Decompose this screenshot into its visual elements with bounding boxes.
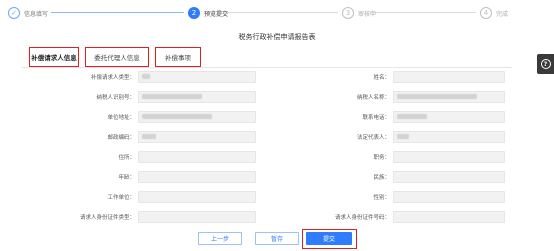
- form-row: 年龄： 民族：: [0, 170, 554, 184]
- phone-field[interactable]: [393, 111, 505, 123]
- field-label: 请求人身份证件类型：: [79, 215, 135, 221]
- form-tabs: 补偿请求人信息 委托代理人信息 补偿事项: [29, 47, 207, 67]
- id-number-field[interactable]: [393, 211, 505, 223]
- progress-stepper: ✓ 信息填写 2 预览提交 3 审核中 4 完成: [0, 0, 554, 28]
- form-row: 纳税人识别号： 纳税人名称：: [0, 90, 554, 104]
- postal-code-field[interactable]: [138, 131, 256, 143]
- form-row: 请求人身份证件类型： 请求人身份证件号码：: [0, 210, 554, 224]
- taxpayer-id-field[interactable]: [138, 91, 256, 103]
- field-label: 补偿请求人类型：: [90, 75, 135, 81]
- field-label: 纳税人识别号：: [96, 95, 135, 101]
- field-label: 工作单位：: [107, 195, 135, 201]
- field-label: 职务：: [373, 155, 390, 161]
- step-connector: [226, 12, 338, 13]
- legal-rep-field[interactable]: [393, 131, 505, 143]
- requester-type-select[interactable]: [138, 71, 256, 83]
- step-number: 4: [480, 7, 492, 19]
- tab-agent-info[interactable]: 委托代理人信息: [85, 47, 149, 67]
- tab-requester-info[interactable]: 补偿请求人信息: [29, 47, 79, 67]
- field-label: 民族：: [373, 175, 390, 181]
- help-tab[interactable]: ?: [537, 54, 554, 74]
- age-field[interactable]: [138, 171, 256, 183]
- step-fill-info: ✓ 信息填写: [8, 6, 48, 20]
- previous-button[interactable]: 上一步: [198, 232, 242, 245]
- field-label: 单位地址：: [107, 115, 135, 121]
- highlight-box: [302, 229, 357, 249]
- field-label: 请求人身份证件号码：: [334, 215, 390, 221]
- position-field[interactable]: [393, 151, 505, 163]
- step-connector: [51, 12, 184, 13]
- ethnicity-field[interactable]: [393, 171, 505, 183]
- form-row: 住所： 职务：: [0, 150, 554, 164]
- residence-field[interactable]: [138, 151, 256, 163]
- field-label: 法定代表人：: [356, 135, 390, 141]
- tab-compensation-items[interactable]: 补偿事项: [155, 47, 201, 67]
- tab-divider: [22, 67, 512, 68]
- save-draft-button[interactable]: 暂存: [255, 232, 299, 245]
- field-label: 邮政编码：: [107, 135, 135, 141]
- form-row: 邮政编码： 法定代表人：: [0, 130, 554, 144]
- check-icon: ✓: [8, 7, 20, 19]
- form-row: 工作单位： 性别：: [0, 190, 554, 204]
- id-type-select[interactable]: [138, 211, 256, 223]
- step-reviewing: 3 审核中: [342, 6, 376, 20]
- form-row: 补偿请求人类型： 姓名：: [0, 70, 554, 84]
- step-label: 审核中: [358, 10, 377, 18]
- field-label: 联系电话：: [362, 115, 390, 121]
- field-label: 住所：: [118, 155, 135, 161]
- step-label: 信息填写: [24, 10, 49, 18]
- action-bar: 上一步 暂存 提交: [0, 232, 554, 248]
- field-label: 姓名：: [373, 75, 390, 81]
- step-number: 2: [188, 7, 200, 19]
- step-preview-submit: 2 预览提交: [188, 6, 228, 20]
- step-label: 完成: [496, 10, 509, 18]
- field-label: 性别：: [373, 195, 390, 201]
- name-field[interactable]: [393, 71, 505, 83]
- employer-field[interactable]: [138, 191, 256, 203]
- address-field[interactable]: [138, 111, 256, 123]
- step-complete: 4 完成: [480, 6, 508, 20]
- page-title: 税务行政补偿申请报告表: [238, 33, 316, 41]
- question-icon: ?: [540, 59, 551, 69]
- field-label: 年龄：: [118, 175, 135, 181]
- taxpayer-name-field[interactable]: [393, 91, 505, 103]
- form-row: 单位地址： 联系电话：: [0, 110, 554, 124]
- gender-field[interactable]: [393, 191, 505, 203]
- field-label: 纳税人名称：: [356, 95, 390, 101]
- step-connector: [370, 12, 476, 13]
- step-number: 3: [342, 7, 354, 19]
- step-label: 预览提交: [204, 10, 229, 18]
